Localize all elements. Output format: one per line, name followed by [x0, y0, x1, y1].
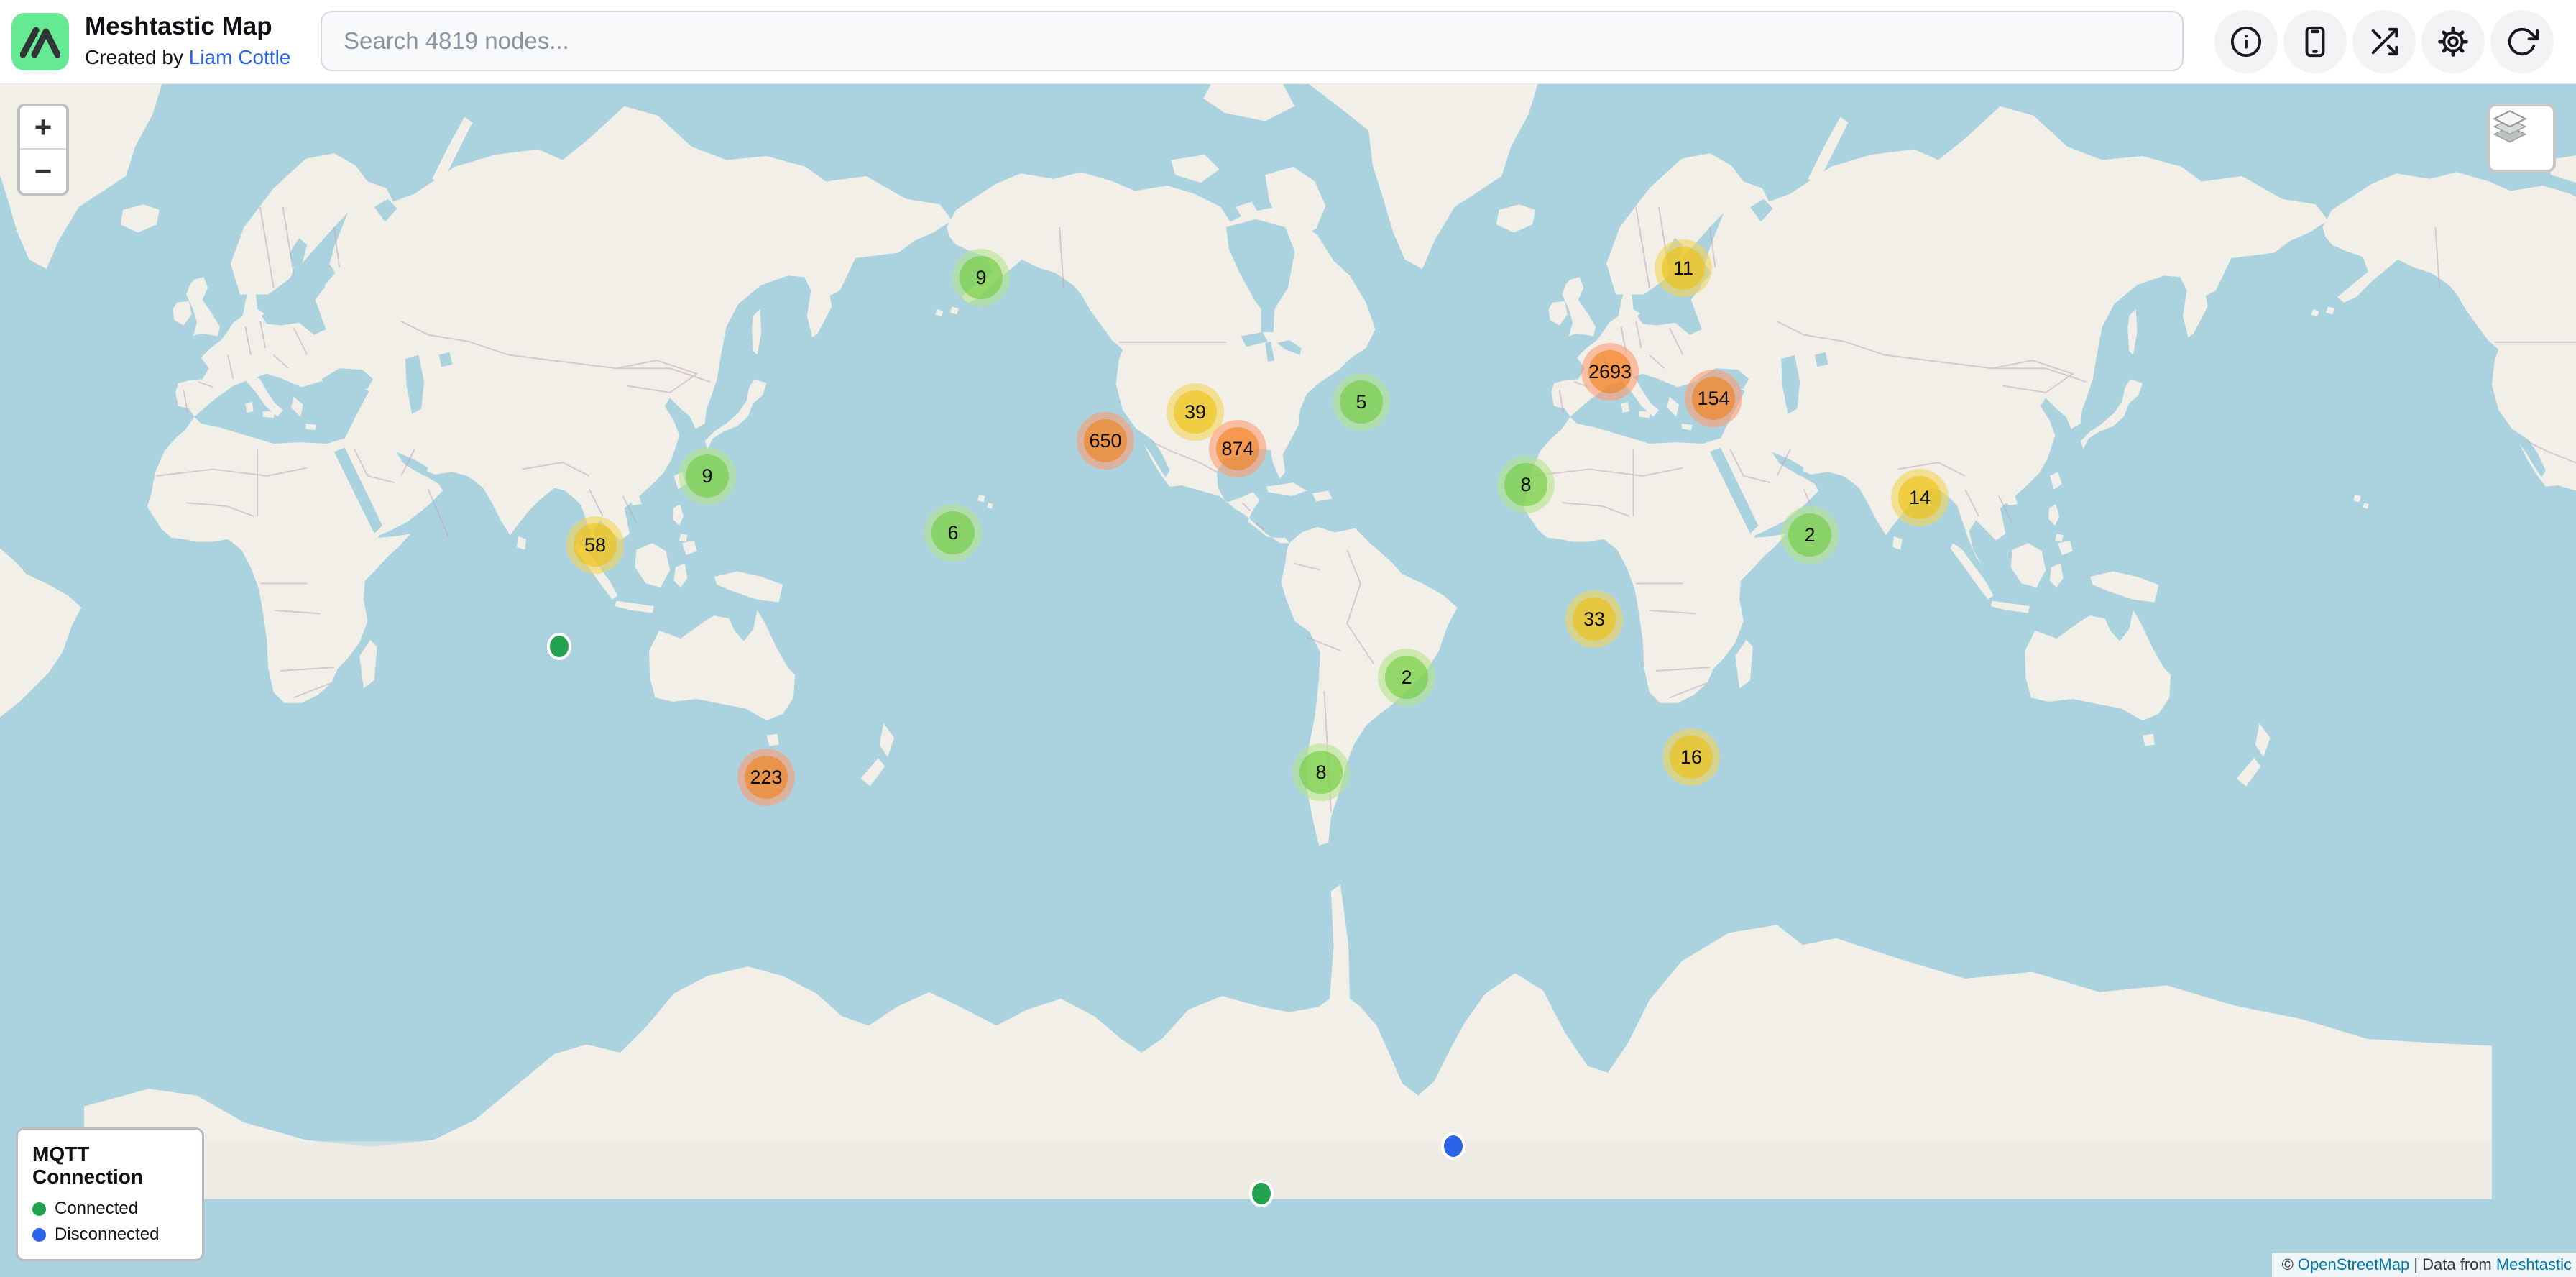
cluster-marker[interactable]: 874 [1209, 420, 1266, 477]
cluster-marker[interactable]: 33 [1565, 590, 1623, 648]
cluster-count: 14 [1898, 476, 1941, 519]
cluster-marker[interactable]: 5 [1333, 373, 1390, 431]
meshtastic-logo-icon [12, 13, 69, 70]
cluster-marker[interactable]: 9 [952, 249, 1010, 306]
layers-control[interactable] [2487, 104, 2556, 173]
cluster-marker[interactable]: 8 [1497, 456, 1555, 513]
cluster-count: 2 [1788, 513, 1831, 557]
gear-icon [2437, 25, 2470, 58]
legend-item-label: Connected [55, 1199, 138, 1219]
map-canvas[interactable]: + − 9 39 650 874 5 11 2693 154 8 14 2 33 9 58 6 2 16 8 223… [0, 83, 2576, 1277]
zoom-out-button[interactable]: − [20, 150, 66, 193]
cluster-marker[interactable]: 2693 [1581, 343, 1639, 401]
cluster-count: 11 [1662, 247, 1705, 290]
cluster-marker[interactable]: 154 [1685, 370, 1742, 427]
cluster-count: 39 [1174, 390, 1217, 434]
cluster-count: 9 [960, 256, 1003, 299]
ice-shelf-band [84, 1141, 2492, 1199]
byline: Created by Liam Cottle [85, 43, 290, 72]
osm-link[interactable]: OpenStreetMap [2298, 1255, 2409, 1273]
disconnected-dot-icon [32, 1228, 46, 1242]
cluster-count: 8 [1300, 751, 1343, 794]
legend-title: MQTT Connection [32, 1143, 188, 1189]
node-marker-disconnected[interactable] [1441, 1132, 1466, 1160]
cluster-marker[interactable]: 8 [1292, 743, 1350, 801]
zoom-control: + − [17, 104, 69, 196]
settings-button[interactable] [2421, 10, 2485, 73]
info-icon [2230, 25, 2263, 58]
layers-icon [2490, 106, 2530, 147]
world-map [0, 83, 2576, 1277]
cluster-count: 5 [1340, 380, 1383, 424]
shuffle-button[interactable] [2352, 10, 2416, 73]
refresh-button[interactable] [2490, 10, 2554, 73]
node-marker-connected[interactable] [1249, 1180, 1274, 1207]
byline-prefix: Created by [85, 46, 189, 68]
cluster-count: 16 [1670, 736, 1713, 779]
author-link[interactable]: Liam Cottle [189, 46, 291, 68]
mqtt-legend: MQTT Connection Connected Disconnected [16, 1127, 204, 1261]
cluster-count: 6 [932, 511, 975, 554]
cluster-count: 2693 [1588, 350, 1632, 393]
cluster-marker[interactable]: 6 [924, 504, 982, 562]
zoom-in-button[interactable]: + [20, 106, 66, 150]
meshtastic-link[interactable]: Meshtastic [2496, 1255, 2572, 1273]
cluster-marker[interactable]: 11 [1655, 239, 1712, 297]
refresh-icon [2506, 25, 2539, 58]
cluster-marker[interactable]: 14 [1891, 469, 1949, 526]
legend-item-disconnected: Disconnected [32, 1225, 188, 1245]
cluster-count: 58 [574, 523, 617, 567]
cluster-marker[interactable]: 650 [1077, 412, 1134, 470]
shuffle-icon [2368, 25, 2401, 58]
cluster-marker[interactable]: 2 [1378, 649, 1435, 706]
cluster-marker[interactable]: 223 [737, 749, 795, 806]
cluster-count: 8 [1504, 463, 1547, 506]
legend-item-connected: Connected [32, 1199, 188, 1219]
cluster-count: 33 [1573, 598, 1616, 641]
cluster-count: 9 [686, 454, 729, 498]
node-marker-connected[interactable] [547, 633, 571, 660]
map-attribution: © OpenStreetMap | Data from Meshtastic [2272, 1253, 2576, 1277]
copyright-symbol: © [2282, 1255, 2298, 1273]
cluster-count: 154 [1692, 377, 1735, 420]
cluster-count: 2 [1385, 656, 1428, 699]
cluster-count: 650 [1084, 419, 1127, 462]
cluster-marker[interactable]: 58 [566, 516, 624, 574]
info-button[interactable] [2214, 10, 2278, 73]
connected-dot-icon [32, 1202, 46, 1216]
cluster-marker[interactable]: 16 [1662, 728, 1720, 786]
app-header: Meshtastic Map Created by Liam Cottle [0, 0, 2576, 84]
cluster-marker[interactable]: 9 [678, 447, 736, 505]
device-button[interactable] [2283, 10, 2347, 73]
cluster-count: 223 [745, 756, 788, 799]
search-input[interactable] [321, 11, 2184, 71]
cluster-count: 874 [1216, 427, 1259, 470]
cluster-marker[interactable]: 2 [1781, 506, 1839, 564]
legend-item-label: Disconnected [55, 1225, 159, 1245]
attribution-separator: | Data from [2409, 1255, 2496, 1273]
smartphone-icon [2299, 25, 2332, 58]
page-title: Meshtastic Map [85, 10, 290, 43]
